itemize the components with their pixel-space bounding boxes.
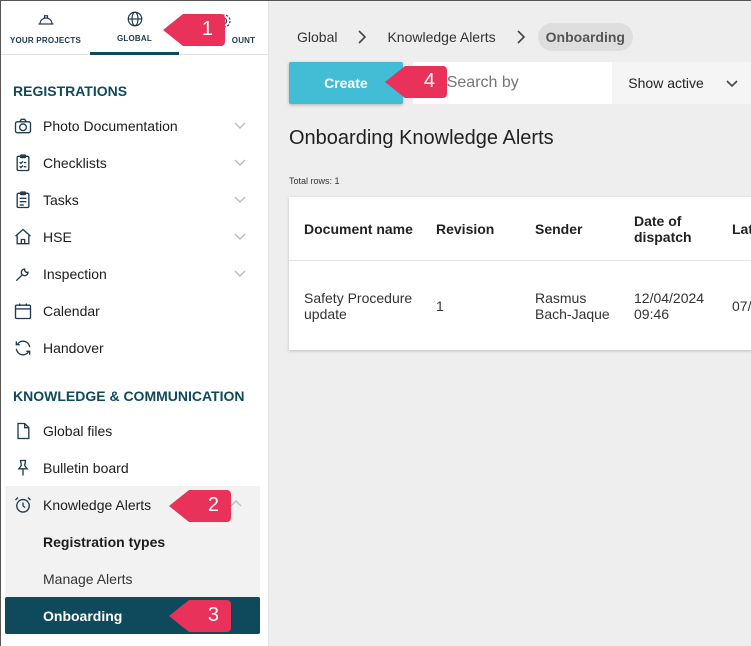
breadcrumb-global[interactable]: Global (289, 29, 345, 45)
sidebar-item-label: Checklists (43, 154, 107, 171)
clipboard-check-icon (16, 153, 30, 171)
clipboard-list-icon (16, 190, 30, 208)
search-input[interactable] (446, 74, 597, 92)
callout-arrow-shape (163, 14, 225, 46)
chevron-down-icon[interactable] (234, 156, 246, 168)
sidebar-subitem-registration-types[interactable]: Registration types (5, 523, 260, 560)
section-title-registrations: REGISTRATIONS (13, 83, 128, 99)
callout-number: 1 (201, 18, 213, 40)
chevron-right-icon (517, 30, 525, 44)
callout-arrow-shape (385, 66, 447, 98)
house-icon (15, 228, 31, 244)
sidebar-item-label: Global files (43, 422, 113, 439)
sidebar-item-label: Photo Documentation (43, 117, 178, 134)
refresh-icon (15, 340, 31, 355)
chevron-right-icon (358, 30, 367, 44)
page-title: Onboarding Knowledge Alerts (289, 127, 554, 149)
globe-icon (127, 11, 142, 27)
tab-label: GLOBAL (117, 34, 152, 43)
callout-arrow-shape (169, 600, 231, 632)
sidebar-item-calendar[interactable]: Calendar (1, 292, 268, 329)
cell-date-of-dispatch: 12/04/2024 09:46 (634, 289, 705, 322)
cell-latest-event: 07/ 10: (732, 297, 751, 314)
callout-number: 4 (423, 70, 435, 92)
cell-revision: 1 (436, 297, 444, 314)
sidebar-item-label: HSE (43, 228, 72, 245)
table-header: Document name Revision Sender Date of di… (289, 197, 751, 261)
sidebar-item-label: Calendar (43, 302, 100, 319)
sidebar-item-label: Handover (43, 339, 104, 356)
main-content: Global Knowledge Alerts Onboarding Creat… (269, 1, 751, 646)
sidebar-item-label: Inspection (43, 265, 107, 282)
alerts-table: Document name Revision Sender Date of di… (289, 197, 751, 350)
column-header-latest-event[interactable]: Lat eve (717, 221, 751, 237)
breadcrumb: Global Knowledge Alerts Onboarding (289, 21, 633, 53)
callout-number: 3 (207, 604, 219, 626)
total-rows-count: Total rows: 1 (289, 176, 340, 186)
alarm-clock-icon (15, 496, 31, 513)
breadcrumb-onboarding: Onboarding (537, 23, 633, 51)
sidebar-item-label: Bulletin board (43, 459, 129, 476)
chevron-down-icon[interactable] (234, 267, 246, 279)
sidebar-item-bulletin-board[interactable]: Bulletin board (1, 449, 268, 486)
callout-1: 1 (161, 12, 227, 48)
sidebar-item-tasks[interactable]: Tasks (1, 181, 268, 218)
sidebar-subitem-manage-alerts[interactable]: Manage Alerts (5, 560, 260, 597)
camera-icon (14, 118, 32, 133)
table-row[interactable]: Safety Procedure update 1 Rasmus Bach-Ja… (289, 261, 751, 350)
callout-4: 4 (383, 64, 449, 100)
chevron-down-icon (726, 80, 738, 88)
helmet-icon (38, 14, 53, 25)
toolbar: Create Show active (289, 62, 751, 104)
callout-2: 2 (167, 488, 233, 524)
cell-document-name: Safety Procedure update (304, 289, 413, 322)
pin-icon (17, 459, 29, 475)
chevron-down-icon[interactable] (234, 193, 246, 205)
sidebar-item-handover[interactable]: Handover (1, 329, 268, 366)
sidebar-item-label: Knowledge Alerts (43, 496, 152, 513)
column-header-revision[interactable]: Revision (421, 221, 520, 237)
tab-your-projects[interactable]: YOUR PROJECTS (1, 1, 90, 55)
callout-number: 2 (207, 494, 219, 516)
column-header-document-name[interactable]: Document name (289, 221, 421, 237)
cell-sender: Rasmus Bach-Jaque (535, 289, 610, 322)
sidebar-item-photo-documentation[interactable]: Photo Documentation (1, 107, 268, 144)
column-header-date-of-dispatch[interactable]: Date of dispatch (619, 213, 717, 245)
section-title-knowledge: KNOWLEDGE & COMMUNICATION (13, 388, 245, 404)
status-filter-select[interactable]: Show active (612, 62, 751, 104)
sidebar-item-checklists[interactable]: Checklists (1, 144, 268, 181)
calendar-icon (14, 303, 32, 319)
chevron-down-icon[interactable] (234, 230, 246, 242)
filter-label: Show active (628, 75, 704, 91)
sidebar-item-global-files[interactable]: Global files (1, 412, 268, 449)
sidebar-item-hse[interactable]: HSE (1, 218, 268, 255)
sidebar-item-inspection[interactable]: Inspection (1, 255, 268, 292)
sidebar-item-label: Tasks (43, 191, 79, 208)
breadcrumb-knowledge-alerts[interactable]: Knowledge Alerts (379, 29, 503, 45)
column-header-sender[interactable]: Sender (520, 221, 619, 237)
file-icon (17, 422, 30, 439)
tab-label: YOUR PROJECTS (9, 35, 82, 45)
chevron-down-icon[interactable] (234, 119, 246, 131)
sidebar: YOUR PROJECTS GLOBAL OUNT REGISTRATIONS … (1, 1, 269, 646)
callout-3: 3 (167, 598, 233, 634)
top-navigation: YOUR PROJECTS GLOBAL OUNT (1, 1, 268, 55)
callout-arrow-shape (169, 490, 231, 522)
wrench-icon (15, 267, 29, 281)
